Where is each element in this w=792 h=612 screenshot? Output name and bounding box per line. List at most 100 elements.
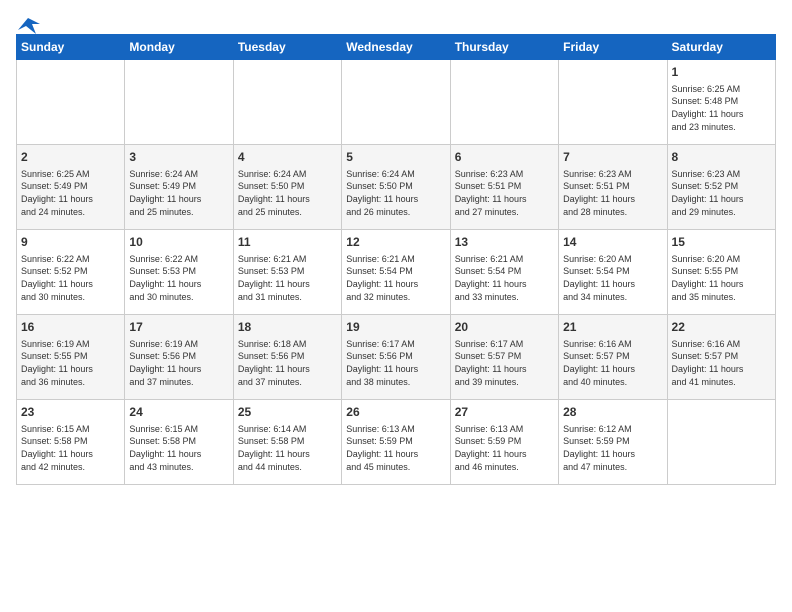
day-number: 1 bbox=[672, 64, 771, 81]
calendar-cell bbox=[233, 60, 341, 145]
cell-info-text: Sunrise: 6:23 AM Sunset: 5:52 PM Dayligh… bbox=[672, 168, 771, 218]
calendar-cell: 17 Sunrise: 6:19 AM Sunset: 5:56 PM Dayli… bbox=[125, 315, 233, 400]
day-number: 19 bbox=[346, 319, 445, 336]
calendar-cell: 26Sunrise: 6:13 AM Sunset: 5:59 PM Dayli… bbox=[342, 400, 450, 485]
calendar-cell: 8 Sunrise: 6:23 AM Sunset: 5:52 PM Daylig… bbox=[667, 145, 775, 230]
logo bbox=[16, 16, 40, 30]
cell-info-text: Sunrise: 6:20 AM Sunset: 5:55 PM Dayligh… bbox=[672, 253, 771, 303]
cell-info-text: Sunrise: 6:17 AM Sunset: 5:57 PM Dayligh… bbox=[455, 338, 554, 388]
cell-info-text: Sunrise: 6:24 AM Sunset: 5:50 PM Dayligh… bbox=[346, 168, 445, 218]
day-number: 11 bbox=[238, 234, 337, 251]
page-header bbox=[16, 16, 776, 30]
calendar-cell bbox=[559, 60, 667, 145]
cell-info-text: Sunrise: 6:19 AM Sunset: 5:56 PM Dayligh… bbox=[129, 338, 228, 388]
day-header-friday: Friday bbox=[559, 35, 667, 60]
calendar-week-1: 1 Sunrise: 6:25 AM Sunset: 5:48 PM Daylig… bbox=[17, 60, 776, 145]
cell-info-text: Sunrise: 6:12 AM Sunset: 5:59 PM Dayligh… bbox=[563, 423, 662, 473]
calendar-cell: 18 Sunrise: 6:18 AM Sunset: 5:56 PM Dayli… bbox=[233, 315, 341, 400]
day-header-sunday: Sunday bbox=[17, 35, 125, 60]
cell-info-text: Sunrise: 6:16 AM Sunset: 5:57 PM Dayligh… bbox=[672, 338, 771, 388]
cell-info-text: Sunrise: 6:21 AM Sunset: 5:54 PM Dayligh… bbox=[346, 253, 445, 303]
calendar-cell: 7 Sunrise: 6:23 AM Sunset: 5:51 PM Daylig… bbox=[559, 145, 667, 230]
cell-info-text: Sunrise: 6:25 AM Sunset: 5:49 PM Dayligh… bbox=[21, 168, 120, 218]
day-number: 14 bbox=[563, 234, 662, 251]
day-number: 20 bbox=[455, 319, 554, 336]
calendar-week-2: 2 Sunrise: 6:25 AM Sunset: 5:49 PM Daylig… bbox=[17, 145, 776, 230]
cell-info-text: Sunrise: 6:23 AM Sunset: 5:51 PM Dayligh… bbox=[455, 168, 554, 218]
calendar-cell: 3 Sunrise: 6:24 AM Sunset: 5:49 PM Daylig… bbox=[125, 145, 233, 230]
day-number: 24 bbox=[129, 404, 228, 421]
calendar-cell: 20 Sunrise: 6:17 AM Sunset: 5:57 PM Dayli… bbox=[450, 315, 558, 400]
cell-info-text: Sunrise: 6:24 AM Sunset: 5:50 PM Dayligh… bbox=[238, 168, 337, 218]
calendar-cell: 24 Sunrise: 6:15 AM Sunset: 5:58 PM Dayli… bbox=[125, 400, 233, 485]
day-header-tuesday: Tuesday bbox=[233, 35, 341, 60]
day-number: 7 bbox=[563, 149, 662, 166]
day-header-wednesday: Wednesday bbox=[342, 35, 450, 60]
cell-info-text: Sunrise: 6:17 AM Sunset: 5:56 PM Dayligh… bbox=[346, 338, 445, 388]
cell-info-text: Sunrise: 6:19 AM Sunset: 5:55 PM Dayligh… bbox=[21, 338, 120, 388]
logo-bird-icon bbox=[18, 16, 40, 34]
cell-info-text: Sunrise: 6:15 AM Sunset: 5:58 PM Dayligh… bbox=[129, 423, 228, 473]
day-number: 6 bbox=[455, 149, 554, 166]
calendar-cell: 25 Sunrise: 6:14 AM Sunset: 5:58 PM Dayli… bbox=[233, 400, 341, 485]
day-header-thursday: Thursday bbox=[450, 35, 558, 60]
cell-info-text: Sunrise: 6:16 AM Sunset: 5:57 PM Dayligh… bbox=[563, 338, 662, 388]
day-number: 2 bbox=[21, 149, 120, 166]
day-number: 15 bbox=[672, 234, 771, 251]
day-header-saturday: Saturday bbox=[667, 35, 775, 60]
calendar-cell: 10 Sunrise: 6:22 AM Sunset: 5:53 PM Dayli… bbox=[125, 230, 233, 315]
day-number: 13 bbox=[455, 234, 554, 251]
day-number: 8 bbox=[672, 149, 771, 166]
day-number: 5 bbox=[346, 149, 445, 166]
calendar-cell: 11 Sunrise: 6:21 AM Sunset: 5:53 PM Dayli… bbox=[233, 230, 341, 315]
cell-info-text: Sunrise: 6:21 AM Sunset: 5:53 PM Dayligh… bbox=[238, 253, 337, 303]
cell-info-text: Sunrise: 6:13 AM Sunset: 5:59 PM Dayligh… bbox=[455, 423, 554, 473]
day-number: 10 bbox=[129, 234, 228, 251]
calendar-cell: 1 Sunrise: 6:25 AM Sunset: 5:48 PM Daylig… bbox=[667, 60, 775, 145]
cell-info-text: Sunrise: 6:22 AM Sunset: 5:53 PM Dayligh… bbox=[129, 253, 228, 303]
day-number: 18 bbox=[238, 319, 337, 336]
calendar-cell: 5 Sunrise: 6:24 AM Sunset: 5:50 PM Daylig… bbox=[342, 145, 450, 230]
day-number: 26 bbox=[346, 404, 445, 421]
cell-info-text: Sunrise: 6:22 AM Sunset: 5:52 PM Dayligh… bbox=[21, 253, 120, 303]
calendar-cell: 28 Sunrise: 6:12 AM Sunset: 5:59 PM Dayli… bbox=[559, 400, 667, 485]
day-number: 3 bbox=[129, 149, 228, 166]
cell-info-text: Sunrise: 6:21 AM Sunset: 5:54 PM Dayligh… bbox=[455, 253, 554, 303]
day-number: 9 bbox=[21, 234, 120, 251]
cell-info-text: Sunrise: 6:24 AM Sunset: 5:49 PM Dayligh… bbox=[129, 168, 228, 218]
calendar-cell bbox=[125, 60, 233, 145]
cell-info-text: Sunrise: 6:25 AM Sunset: 5:48 PM Dayligh… bbox=[672, 83, 771, 133]
calendar-cell bbox=[17, 60, 125, 145]
calendar-cell: 22Sunrise: 6:16 AM Sunset: 5:57 PM Dayli… bbox=[667, 315, 775, 400]
calendar-table: SundayMondayTuesdayWednesdayThursdayFrid… bbox=[16, 34, 776, 485]
cell-info-text: Sunrise: 6:18 AM Sunset: 5:56 PM Dayligh… bbox=[238, 338, 337, 388]
calendar-cell: 2 Sunrise: 6:25 AM Sunset: 5:49 PM Daylig… bbox=[17, 145, 125, 230]
calendar-cell: 19 Sunrise: 6:17 AM Sunset: 5:56 PM Dayli… bbox=[342, 315, 450, 400]
cell-info-text: Sunrise: 6:23 AM Sunset: 5:51 PM Dayligh… bbox=[563, 168, 662, 218]
cell-info-text: Sunrise: 6:14 AM Sunset: 5:58 PM Dayligh… bbox=[238, 423, 337, 473]
calendar-cell: 14 Sunrise: 6:20 AM Sunset: 5:54 PM Dayli… bbox=[559, 230, 667, 315]
calendar-cell: 6 Sunrise: 6:23 AM Sunset: 5:51 PM Daylig… bbox=[450, 145, 558, 230]
day-number: 25 bbox=[238, 404, 337, 421]
calendar-cell: 4 Sunrise: 6:24 AM Sunset: 5:50 PM Daylig… bbox=[233, 145, 341, 230]
cell-info-text: Sunrise: 6:20 AM Sunset: 5:54 PM Dayligh… bbox=[563, 253, 662, 303]
day-number: 21 bbox=[563, 319, 662, 336]
calendar-header-row: SundayMondayTuesdayWednesdayThursdayFrid… bbox=[17, 35, 776, 60]
day-number: 12 bbox=[346, 234, 445, 251]
calendar-cell bbox=[667, 400, 775, 485]
calendar-cell: 23Sunrise: 6:15 AM Sunset: 5:58 PM Dayli… bbox=[17, 400, 125, 485]
calendar-cell: 21 Sunrise: 6:16 AM Sunset: 5:57 PM Dayli… bbox=[559, 315, 667, 400]
calendar-cell: 15 Sunrise: 6:20 AM Sunset: 5:55 PM Dayli… bbox=[667, 230, 775, 315]
day-number: 4 bbox=[238, 149, 337, 166]
calendar-cell: 16Sunrise: 6:19 AM Sunset: 5:55 PM Dayli… bbox=[17, 315, 125, 400]
day-number: 17 bbox=[129, 319, 228, 336]
calendar-cell bbox=[342, 60, 450, 145]
calendar-week-5: 23 Sunrise: 6:15 AM Sunset: 5:58 PM Dayli… bbox=[17, 400, 776, 485]
calendar-cell: 9 Sunrise: 6:22 AM Sunset: 5:52 PM Daylig… bbox=[17, 230, 125, 315]
day-number: 27 bbox=[455, 404, 554, 421]
calendar-cell: 12 Sunrise: 6:21 AM Sunset: 5:54 PM Dayli… bbox=[342, 230, 450, 315]
calendar-cell: 13 Sunrise: 6:21 AM Sunset: 5:54 PM Dayli… bbox=[450, 230, 558, 315]
day-number: 23 bbox=[21, 404, 120, 421]
calendar-cell bbox=[450, 60, 558, 145]
day-number: 28 bbox=[563, 404, 662, 421]
